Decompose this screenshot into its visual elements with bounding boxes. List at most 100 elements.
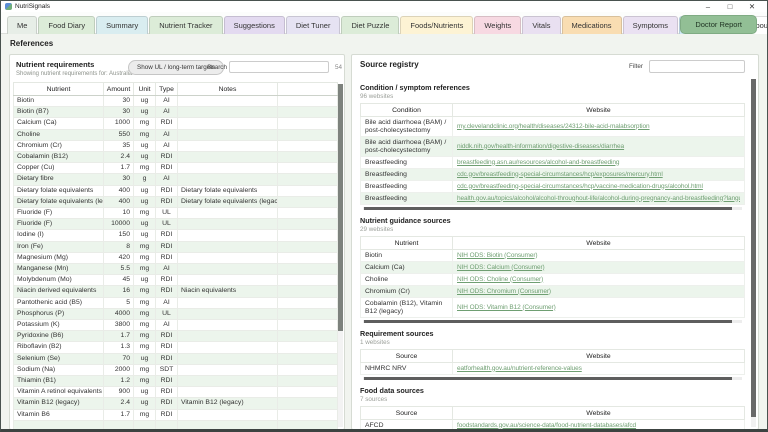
section-food-data-sources: Food data sources 7 sources Source Website A… — [360, 386, 745, 430]
minimize-icon[interactable]: – — [697, 1, 719, 12]
table-row[interactable]: Iron (Fe) 8 mg RDI — [13, 240, 338, 253]
filter-input[interactable] — [649, 60, 745, 73]
section-count: 29 websites — [360, 226, 394, 233]
website-link[interactable]: NIH ODS: Chromium (Consumer) — [457, 288, 740, 296]
cell: RDI — [155, 386, 178, 399]
column-header-type: Type — [155, 82, 178, 96]
table-row[interactable]: Magnesium (Mg) 420 mg RDI — [13, 251, 338, 265]
website-link[interactable]: NIH ODS: Vitamin B12 (Consumer) — [457, 304, 740, 312]
tab-medications[interactable]: Medications — [561, 16, 622, 34]
cell — [277, 319, 338, 332]
table-row[interactable]: Potassium (K) 3800 mg AI — [13, 319, 338, 332]
table-row: NHMRC NRV eatforhealth.gov.au/nutrient-re… — [360, 362, 745, 375]
close-icon[interactable]: ✕ — [741, 1, 763, 12]
cell: 3800 — [103, 319, 134, 332]
table-row[interactable]: Vitamin B6 1.7 mg RDI — [13, 408, 338, 421]
tab-suggestions[interactable]: Suggestions — [223, 16, 285, 34]
website-link[interactable]: NIH ODS: Choline (Consumer) — [457, 276, 740, 284]
cell: NIH ODS: Vitamin B12 (Consumer) — [452, 297, 745, 318]
cell — [177, 139, 278, 153]
cell — [277, 207, 338, 220]
website-link[interactable]: cdc.gov/breastfeeding-special-circumstan… — [457, 171, 740, 179]
table-row: Breastfeeding breastfeeding.asn.au/resour… — [360, 156, 745, 169]
cell: mg — [133, 341, 156, 354]
cell: RDI — [155, 251, 178, 265]
cell: 35 — [103, 139, 134, 153]
cell — [177, 274, 278, 287]
nutrient-table: Nutrient Amount Unit Type Notes Biotin 30 ug AI… — [13, 82, 338, 429]
horizontal-scrollbar[interactable] — [363, 320, 742, 323]
table-row[interactable]: Fluoride (F) 10000 ug UL — [13, 218, 338, 231]
scrollbar-thumb[interactable] — [364, 207, 732, 210]
table-row[interactable]: Copper (Cu) 1.7 mg RDI — [13, 162, 338, 175]
table-row[interactable] — [13, 419, 338, 429]
website-link[interactable]: eatforhealth.gov.au/nutrient-reference-v… — [457, 365, 740, 373]
scrollbar-thumb[interactable] — [338, 84, 343, 331]
cell — [177, 408, 278, 421]
table-row[interactable]: Biotin 30 ug AI — [13, 94, 338, 108]
website-link[interactable]: health.gov.au/topics/alcohol/alcohol-thr… — [457, 195, 740, 203]
tab-weights[interactable]: Weights — [474, 16, 522, 34]
right-vertical-scrollbar[interactable] — [751, 79, 756, 427]
table-row[interactable]: Vitamin B12 (legacy) 2.4 ug RDI Vitamin B12 … — [13, 397, 338, 410]
table-row[interactable]: Calcium (Ca) 1000 mg RDI — [13, 117, 338, 130]
tab-food-diary[interactable]: Food Diary — [38, 16, 96, 34]
horizontal-scrollbar[interactable] — [363, 377, 742, 380]
cell: 400 — [103, 184, 134, 197]
table-row[interactable]: Manganese (Mn) 5.5 mg AI — [13, 263, 338, 276]
tab-me[interactable]: Me — [7, 16, 38, 34]
table-row[interactable]: Pyridoxine (B6) 1.7 mg RDI — [13, 330, 338, 343]
cell — [277, 352, 338, 365]
table-row[interactable]: Pantothenic acid (B5) 5 mg AI — [13, 296, 338, 309]
tab-vitals[interactable]: Vitals — [522, 16, 561, 34]
table-row[interactable]: Molybdenum (Mo) 45 ug RDI — [13, 274, 338, 287]
website-link[interactable]: foodstandards.gov.au/science-data/food-n… — [457, 422, 740, 430]
table-row[interactable]: Biotin (B7) 30 ug AI — [13, 106, 338, 119]
cell: RDI — [155, 375, 178, 388]
cell — [277, 128, 338, 141]
tab-summary[interactable]: Summary — [96, 16, 149, 34]
table-row[interactable]: Riboflavin (B2) 1.3 mg RDI — [13, 341, 338, 354]
cell: UL — [155, 218, 178, 231]
column-header-website: Website — [452, 406, 745, 420]
horizontal-scrollbar[interactable] — [363, 207, 742, 210]
section-title: Condition / symptom references — [360, 83, 470, 92]
maximize-icon[interactable]: □ — [719, 1, 741, 12]
tab-diet-tuner[interactable]: Diet Tuner — [285, 16, 341, 34]
website-link[interactable]: cdc.gov/breastfeeding-special-circumstan… — [457, 183, 740, 191]
cell: NIH ODS: Calcium (Consumer) — [452, 261, 745, 274]
table-row[interactable]: Choline 550 mg AI — [13, 128, 338, 141]
table-row[interactable]: Thiamin (B1) 1.2 mg RDI — [13, 375, 338, 388]
website-link[interactable]: niddk.nih.gov/health-information/digesti… — [457, 143, 740, 151]
table-row[interactable]: Selenium (Se) 70 ug RDI — [13, 352, 338, 365]
search-input[interactable] — [229, 61, 329, 73]
table-row[interactable]: Dietary fibre 30 g AI — [13, 173, 338, 186]
tab-nutrient-tracker[interactable]: Nutrient Tracker — [149, 16, 223, 34]
cell — [277, 117, 338, 130]
table-row[interactable]: Vitamin A retinol equivalents 900 ug RDI — [13, 386, 338, 399]
website-link[interactable]: breastfeeding.asn.au/resources/alcohol-a… — [457, 159, 740, 167]
tab-diet-puzzle[interactable]: Diet Puzzle — [341, 16, 400, 34]
tab-foods-nutrients[interactable]: Foods/Nutrients — [400, 16, 474, 34]
scrollbar-thumb[interactable] — [751, 79, 756, 417]
website-link[interactable]: NIH ODS: Biotin (Consumer) — [457, 252, 740, 260]
website-link[interactable]: my.clevelandclinic.org/health/diseases/2… — [457, 123, 740, 131]
left-vertical-scrollbar[interactable] — [338, 84, 343, 427]
website-link[interactable]: NIH ODS: Calcium (Consumer) — [457, 264, 740, 272]
table-row[interactable]: Phosphorus (P) 4000 mg UL — [13, 307, 338, 321]
cell: Bile acid diarrhoea (BAM) / post-cholecy… — [360, 136, 453, 157]
cell: 900 — [103, 386, 134, 399]
scrollbar-thumb[interactable] — [364, 320, 732, 323]
table-row[interactable]: Iodine (I) 150 ug RDI — [13, 229, 338, 242]
table-row[interactable]: Fluoride (F) 10 mg UL — [13, 207, 338, 220]
cell: mg — [133, 285, 156, 298]
table-row[interactable]: Dietary folate equivalents (legacy)400ug… — [13, 195, 338, 209]
table-row[interactable]: Chromium (Cr) 35 ug AI — [13, 139, 338, 153]
tab-symptoms[interactable]: Symptoms — [622, 16, 678, 34]
table-row[interactable]: Cobalamin (B12) 2.4 ug RDI — [13, 151, 338, 164]
doctor-report-button[interactable]: Doctor Report — [680, 15, 757, 34]
table-row[interactable]: Sodium (Na) 2000 mg SDT — [13, 363, 338, 377]
scrollbar-thumb[interactable] — [364, 377, 732, 380]
table-row[interactable]: Niacin derived equivalents 16 mg RDI Niacin … — [13, 285, 338, 298]
table-row[interactable]: Dietary folate equivalents 400 ug RDI Dietar… — [13, 184, 338, 197]
